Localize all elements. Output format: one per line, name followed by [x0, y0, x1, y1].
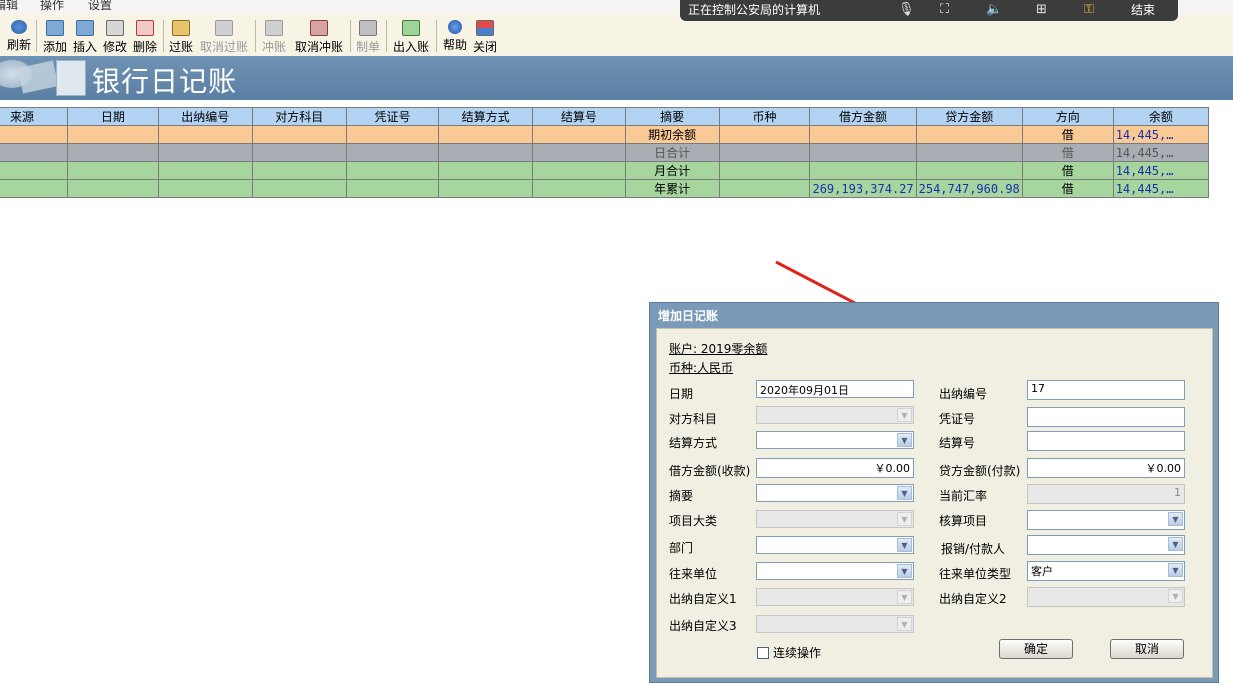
settle-method-select[interactable]: ▼ [756, 431, 914, 449]
cashier-no-field[interactable]: 17 [1027, 380, 1185, 400]
continuous-checkbox[interactable] [757, 647, 769, 659]
payee-label: 报销/付款人 [941, 542, 1006, 556]
debit-amount-field[interactable]: ￥0.00 [756, 458, 914, 478]
custom3-label: 出纳自定义3 [669, 619, 737, 633]
payee-select[interactable]: ▼ [1027, 535, 1185, 555]
ok-button[interactable]: 确定 [999, 639, 1073, 659]
credit-amount-field[interactable]: ￥0.00 [1027, 458, 1185, 478]
chevron-down-icon: ▼ [897, 486, 912, 500]
exchange-rate-label: 当前汇率 [939, 489, 988, 503]
exchange-rate-field: 1 [1027, 484, 1185, 504]
chevron-down-icon: ▼ [897, 433, 912, 447]
date-label: 日期 [669, 387, 694, 401]
settle-no-field[interactable] [1027, 431, 1185, 451]
partner-select[interactable]: ▼ [756, 562, 914, 580]
partner-type-label: 往来单位类型 [939, 567, 1012, 581]
department-label: 部门 [669, 541, 694, 555]
accounting-item-select[interactable]: ▼ [1027, 510, 1185, 530]
debit-label: 借方金额(收款) [669, 464, 751, 478]
chevron-down-icon: ▼ [897, 512, 912, 526]
chevron-down-icon: ▼ [897, 617, 912, 631]
settle-no-label: 结算号 [939, 436, 976, 450]
custom2-select[interactable]: ▼ [1027, 587, 1185, 607]
chevron-down-icon: ▼ [1168, 537, 1183, 551]
chevron-down-icon: ▼ [897, 564, 912, 578]
partner-label: 往来单位 [669, 567, 718, 581]
custom1-select[interactable]: ▼ [756, 588, 914, 606]
chevron-down-icon: ▼ [897, 538, 912, 552]
voucher-no-label: 凭证号 [939, 412, 976, 426]
summary-label: 摘要 [669, 489, 694, 503]
summary-select[interactable]: ▼ [756, 484, 914, 502]
chevron-down-icon: ▼ [897, 590, 912, 604]
project-category-label: 项目大类 [669, 514, 718, 528]
currency-label: 币种:人民币 [669, 361, 734, 375]
cancel-button[interactable]: 取消 [1110, 639, 1184, 659]
custom1-label: 出纳自定义1 [669, 592, 737, 606]
custom3-select[interactable]: ▼ [756, 615, 914, 633]
project-category-select[interactable]: ▼ [756, 510, 914, 528]
chevron-down-icon: ▼ [1168, 563, 1183, 577]
credit-label: 贷方金额(付款) [939, 464, 1021, 478]
add-journal-dialog: 增加日记账 账户: 2019零余额 币种:人民币 日期 2020年09月01日 … [649, 302, 1219, 683]
chevron-down-icon: ▼ [1168, 589, 1183, 603]
counter-account-label: 对方科目 [669, 412, 718, 426]
cashier-no-label: 出纳编号 [939, 387, 988, 401]
chevron-down-icon: ▼ [1168, 512, 1183, 526]
partner-type-select[interactable]: 客户 ▼ [1027, 561, 1185, 581]
account-label: 账户: 2019零余额 [669, 342, 768, 356]
continuous-label: 连续操作 [773, 646, 822, 660]
chevron-down-icon: ▼ [897, 408, 912, 422]
date-field[interactable]: 2020年09月01日 [756, 380, 914, 398]
dialog-title: 增加日记账 [658, 309, 719, 323]
counter-account-select[interactable]: ▼ [756, 406, 914, 424]
voucher-no-field[interactable] [1027, 407, 1185, 427]
accounting-item-label: 核算项目 [939, 514, 988, 528]
dialog-body: 账户: 2019零余额 币种:人民币 日期 2020年09月01日 出纳编号 1… [656, 328, 1213, 678]
department-select[interactable]: ▼ [756, 536, 914, 554]
settle-method-label: 结算方式 [669, 436, 718, 450]
custom2-label: 出纳自定义2 [939, 592, 1007, 606]
